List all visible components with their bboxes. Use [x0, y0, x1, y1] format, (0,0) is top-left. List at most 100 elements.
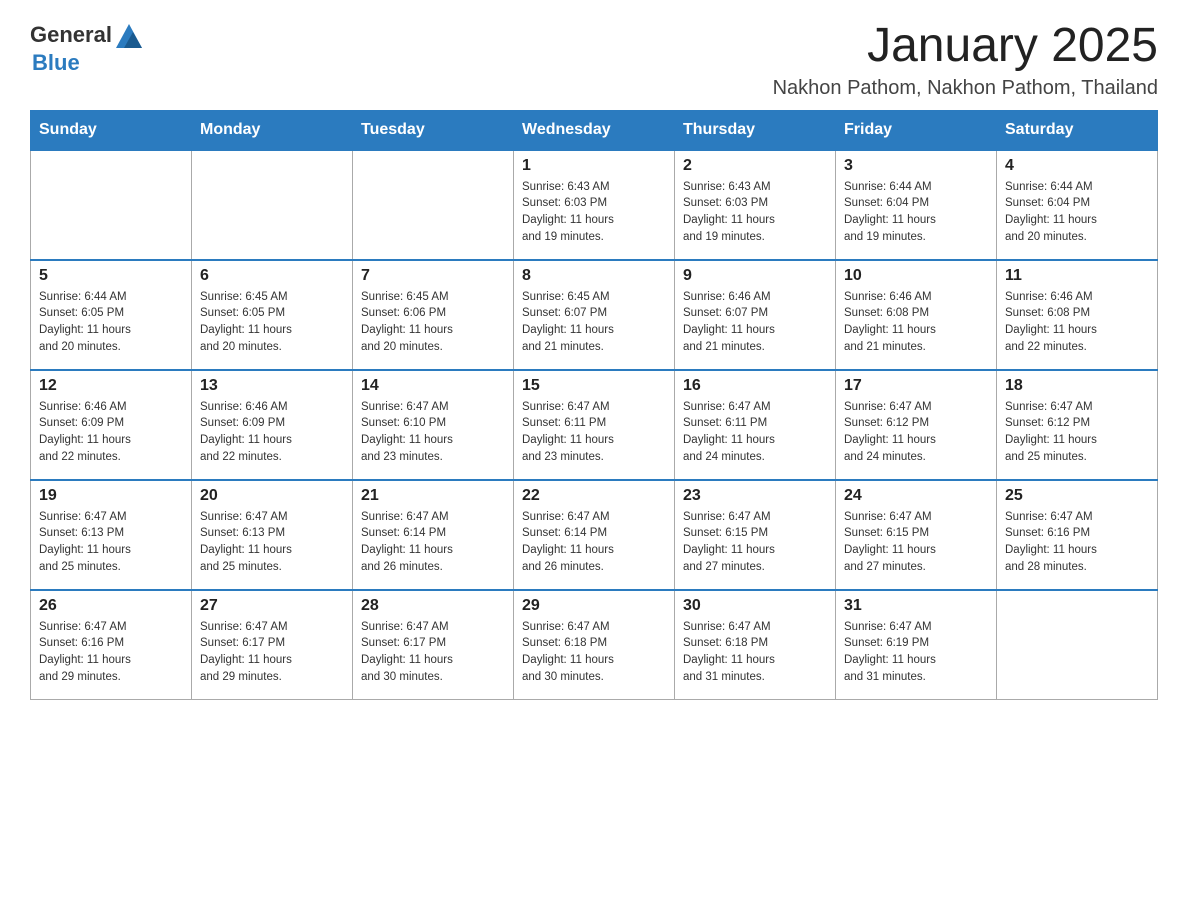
day-info: Sunrise: 6:44 AM Sunset: 6:05 PM Dayligh… [39, 289, 183, 356]
col-monday: Monday [192, 110, 353, 150]
day-info: Sunrise: 6:47 AM Sunset: 6:10 PM Dayligh… [361, 399, 505, 466]
col-wednesday: Wednesday [514, 110, 675, 150]
day-number: 30 [683, 597, 827, 615]
calendar-cell: 11 Sunrise: 6:46 AM Sunset: 6:08 PM Dayli… [997, 260, 1158, 370]
location-title: Nakhon Pathom, Nakhon Pathom, Thailand [773, 77, 1158, 100]
day-number: 25 [1005, 487, 1149, 505]
day-info: Sunrise: 6:47 AM Sunset: 6:14 PM Dayligh… [361, 509, 505, 576]
day-number: 24 [844, 487, 988, 505]
calendar-cell: 23Sunrise: 6:47 AM Sunset: 6:15 PM Dayli… [675, 480, 836, 590]
day-number: 15 [522, 377, 666, 395]
calendar-cell: 17Sunrise: 6:47 AM Sunset: 6:12 PM Dayli… [836, 370, 997, 480]
day-number: 8 [522, 267, 666, 285]
logo-general: General [30, 22, 112, 48]
calendar-cell: 30 Sunrise: 6:47 AM Sunset: 6:18 PM Dayli… [675, 590, 836, 700]
day-number: 23 [683, 487, 827, 505]
day-number: 11 [1005, 267, 1149, 285]
calendar-cell: 24 Sunrise: 6:47 AM Sunset: 6:15 PM Dayli… [836, 480, 997, 590]
day-info: Sunrise: 6:46 AM Sunset: 6:08 PM Dayligh… [844, 289, 988, 356]
calendar-cell: 3Sunrise: 6:44 AM Sunset: 6:04 PM Daylig… [836, 150, 997, 260]
day-info: Sunrise: 6:47 AM Sunset: 6:14 PM Dayligh… [522, 509, 666, 576]
day-info: Sunrise: 6:43 AM Sunset: 6:03 PM Dayligh… [522, 179, 666, 246]
day-number: 28 [361, 597, 505, 615]
day-info: Sunrise: 6:47 AM Sunset: 6:18 PM Dayligh… [522, 619, 666, 686]
logo-blue: Blue [32, 50, 80, 75]
day-number: 22 [522, 487, 666, 505]
day-info: Sunrise: 6:46 AM Sunset: 6:09 PM Dayligh… [39, 399, 183, 466]
calendar-cell [997, 590, 1158, 700]
day-number: 14 [361, 377, 505, 395]
calendar-cell: 14 Sunrise: 6:47 AM Sunset: 6:10 PM Dayli… [353, 370, 514, 480]
calendar-cell: 7 Sunrise: 6:45 AM Sunset: 6:06 PM Daylig… [353, 260, 514, 370]
logo: General Blue [30, 20, 144, 76]
day-number: 5 [39, 267, 183, 285]
calendar-cell: 16 Sunrise: 6:47 AM Sunset: 6:11 PM Dayli… [675, 370, 836, 480]
calendar-cell: 2Sunrise: 6:43 AM Sunset: 6:03 PM Daylig… [675, 150, 836, 260]
day-info: Sunrise: 6:47 AM Sunset: 6:18 PM Dayligh… [683, 619, 827, 686]
calendar-cell: 6 Sunrise: 6:45 AM Sunset: 6:05 PM Daylig… [192, 260, 353, 370]
calendar-cell: 22 Sunrise: 6:47 AM Sunset: 6:14 PM Dayli… [514, 480, 675, 590]
calendar-cell: 28 Sunrise: 6:47 AM Sunset: 6:17 PM Dayli… [353, 590, 514, 700]
day-info: Sunrise: 6:46 AM Sunset: 6:09 PM Dayligh… [200, 399, 344, 466]
week-row-2: 5 Sunrise: 6:44 AM Sunset: 6:05 PM Daylig… [31, 260, 1158, 370]
day-number: 27 [200, 597, 344, 615]
logo-icon [114, 20, 144, 50]
day-number: 6 [200, 267, 344, 285]
day-info: Sunrise: 6:47 AM Sunset: 6:13 PM Dayligh… [200, 509, 344, 576]
week-row-1: 1 Sunrise: 6:43 AM Sunset: 6:03 PM Daylig… [31, 150, 1158, 260]
calendar-cell: 13 Sunrise: 6:46 AM Sunset: 6:09 PM Dayli… [192, 370, 353, 480]
day-number: 16 [683, 377, 827, 395]
day-number: 21 [361, 487, 505, 505]
day-info: Sunrise: 6:45 AM Sunset: 6:07 PM Dayligh… [522, 289, 666, 356]
day-info: Sunrise: 6:47 AM Sunset: 6:16 PM Dayligh… [1005, 509, 1149, 576]
day-number: 4 [1005, 157, 1149, 175]
calendar-cell: 1 Sunrise: 6:43 AM Sunset: 6:03 PM Daylig… [514, 150, 675, 260]
month-title: January 2025 [773, 20, 1158, 73]
day-info: Sunrise: 6:47 AM Sunset: 6:12 PM Dayligh… [1005, 399, 1149, 466]
day-number: 26 [39, 597, 183, 615]
calendar-cell: 5 Sunrise: 6:44 AM Sunset: 6:05 PM Daylig… [31, 260, 192, 370]
calendar-cell [192, 150, 353, 260]
calendar-cell: 25 Sunrise: 6:47 AM Sunset: 6:16 PM Dayli… [997, 480, 1158, 590]
day-info: Sunrise: 6:47 AM Sunset: 6:17 PM Dayligh… [361, 619, 505, 686]
calendar-cell: 4 Sunrise: 6:44 AM Sunset: 6:04 PM Daylig… [997, 150, 1158, 260]
calendar-cell: 8 Sunrise: 6:45 AM Sunset: 6:07 PM Daylig… [514, 260, 675, 370]
day-info: Sunrise: 6:45 AM Sunset: 6:05 PM Dayligh… [200, 289, 344, 356]
day-number: 13 [200, 377, 344, 395]
day-number: 31 [844, 597, 988, 615]
day-info: Sunrise: 6:47 AM Sunset: 6:15 PM Dayligh… [844, 509, 988, 576]
day-info: Sunrise: 6:47 AM Sunset: 6:19 PM Dayligh… [844, 619, 988, 686]
calendar-cell: 10Sunrise: 6:46 AM Sunset: 6:08 PM Dayli… [836, 260, 997, 370]
day-number: 29 [522, 597, 666, 615]
calendar-cell: 31 Sunrise: 6:47 AM Sunset: 6:19 PM Dayli… [836, 590, 997, 700]
title-section: January 2025 Nakhon Pathom, Nakhon Patho… [773, 20, 1158, 100]
page-header: General Blue January 2025 Nakhon Pathom,… [30, 20, 1158, 100]
day-number: 7 [361, 267, 505, 285]
week-row-4: 19 Sunrise: 6:47 AM Sunset: 6:13 PM Dayli… [31, 480, 1158, 590]
calendar-cell [353, 150, 514, 260]
calendar-cell: 9 Sunrise: 6:46 AM Sunset: 6:07 PM Daylig… [675, 260, 836, 370]
calendar-cell: 20Sunrise: 6:47 AM Sunset: 6:13 PM Dayli… [192, 480, 353, 590]
col-tuesday: Tuesday [353, 110, 514, 150]
day-number: 19 [39, 487, 183, 505]
calendar-cell: 18 Sunrise: 6:47 AM Sunset: 6:12 PM Dayli… [997, 370, 1158, 480]
day-info: Sunrise: 6:46 AM Sunset: 6:08 PM Dayligh… [1005, 289, 1149, 356]
day-info: Sunrise: 6:47 AM Sunset: 6:11 PM Dayligh… [683, 399, 827, 466]
day-info: Sunrise: 6:46 AM Sunset: 6:07 PM Dayligh… [683, 289, 827, 356]
day-info: Sunrise: 6:47 AM Sunset: 6:16 PM Dayligh… [39, 619, 183, 686]
day-number: 12 [39, 377, 183, 395]
day-number: 9 [683, 267, 827, 285]
day-info: Sunrise: 6:47 AM Sunset: 6:17 PM Dayligh… [200, 619, 344, 686]
day-number: 1 [522, 157, 666, 175]
week-row-5: 26 Sunrise: 6:47 AM Sunset: 6:16 PM Dayli… [31, 590, 1158, 700]
day-number: 17 [844, 377, 988, 395]
day-info: Sunrise: 6:47 AM Sunset: 6:11 PM Dayligh… [522, 399, 666, 466]
col-sunday: Sunday [31, 110, 192, 150]
day-info: Sunrise: 6:44 AM Sunset: 6:04 PM Dayligh… [1005, 179, 1149, 246]
day-info: Sunrise: 6:45 AM Sunset: 6:06 PM Dayligh… [361, 289, 505, 356]
calendar-cell: 19Sunrise: 6:47 AM Sunset: 6:13 PM Dayli… [31, 480, 192, 590]
day-number: 18 [1005, 377, 1149, 395]
day-info: Sunrise: 6:43 AM Sunset: 6:03 PM Dayligh… [683, 179, 827, 246]
col-thursday: Thursday [675, 110, 836, 150]
col-friday: Friday [836, 110, 997, 150]
